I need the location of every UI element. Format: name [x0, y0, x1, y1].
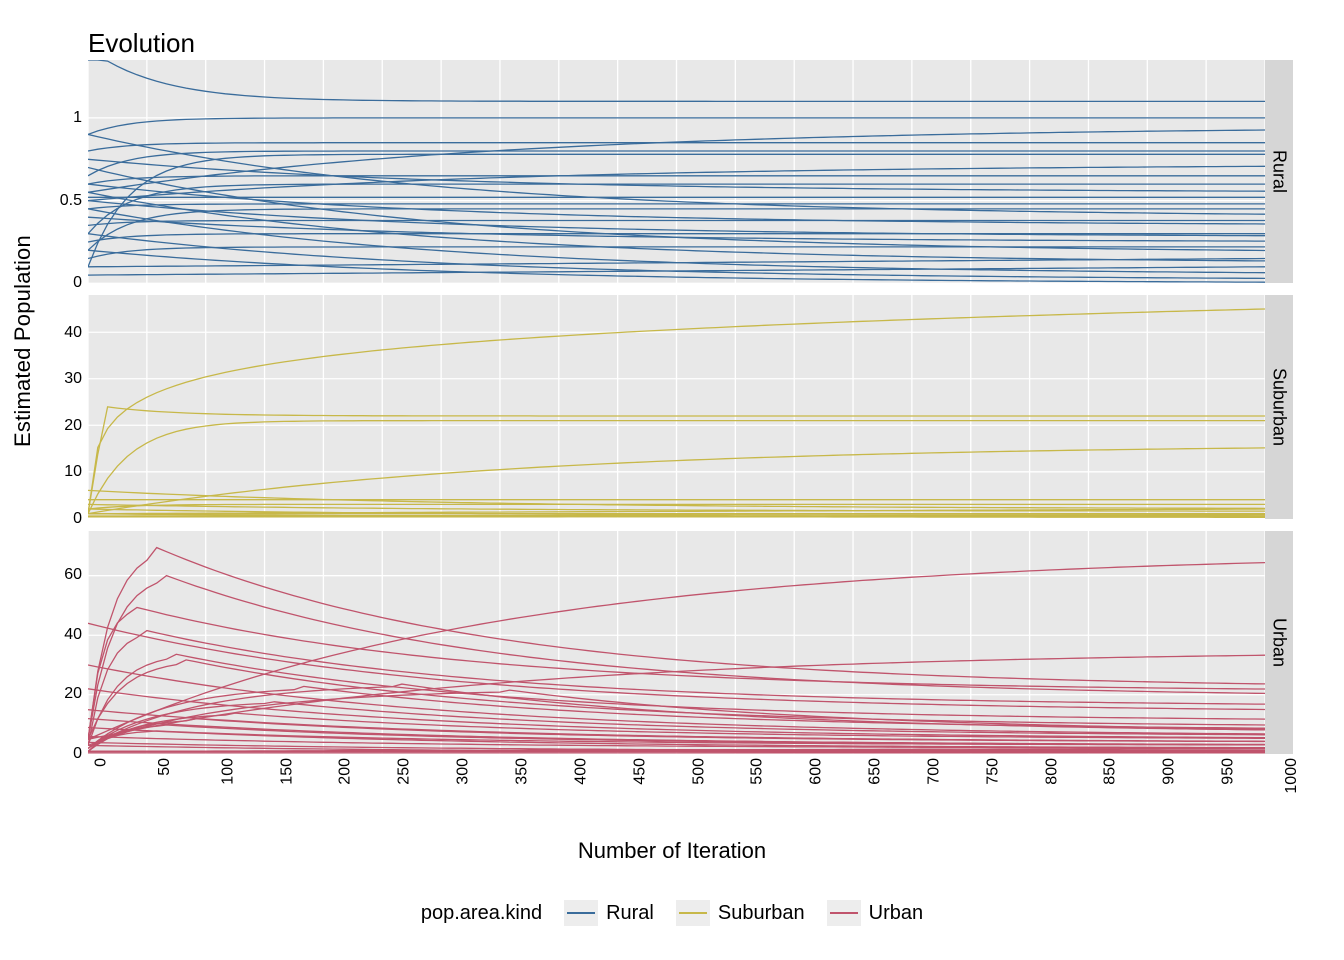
x-tick: 150	[278, 758, 296, 785]
y-tick: 20	[64, 685, 82, 703]
x-tick: 950	[1219, 758, 1237, 785]
x-tick: 800	[1043, 758, 1061, 785]
x-tick: 100	[219, 758, 237, 785]
legend-label: Urban	[869, 902, 923, 925]
y-tick: 30	[64, 370, 82, 388]
facet-strip-urban: Urban	[1265, 531, 1293, 754]
x-tick: 0	[92, 758, 110, 767]
panel-rural: 00.51	[88, 60, 1265, 283]
legend-swatch	[564, 900, 598, 926]
legend-label: Rural	[606, 902, 654, 925]
x-axis-label: Number of Iteration	[0, 838, 1344, 864]
x-tick: 200	[337, 758, 355, 785]
x-tick: 1000	[1283, 758, 1301, 794]
x-tick: 450	[631, 758, 649, 785]
y-tick: 40	[64, 324, 82, 342]
legend-item-urban: Urban	[827, 900, 923, 926]
y-tick: 1	[73, 109, 82, 127]
x-tick: 500	[690, 758, 708, 785]
facet-column: 00.51Rural010203040Suburban0204060Urban	[88, 60, 1293, 754]
x-tick: 650	[866, 758, 884, 785]
y-tick: 20	[64, 417, 82, 435]
legend-label: Suburban	[718, 902, 805, 925]
x-tick: 850	[1102, 758, 1120, 785]
x-axis-ticks: 0 50 100 150 200 250 300 350 400 450 500 550 600 650 7…	[88, 758, 1265, 838]
legend: pop.area.kind Rural Suburban Urban	[0, 900, 1344, 926]
panel-suburban: 010203040	[88, 295, 1265, 518]
y-tick: 0	[73, 510, 82, 528]
legend-item-rural: Rural	[564, 900, 654, 926]
x-tick: 600	[808, 758, 826, 785]
y-tick: 60	[64, 566, 82, 584]
facet-strip-suburban: Suburban	[1265, 295, 1293, 518]
y-tick: 0	[73, 274, 82, 292]
chart-title: Evolution	[88, 28, 195, 59]
legend-swatch	[827, 900, 861, 926]
y-tick: 0	[73, 745, 82, 763]
legend-swatch	[676, 900, 710, 926]
x-tick: 300	[454, 758, 472, 785]
legend-item-suburban: Suburban	[676, 900, 805, 926]
x-tick: 350	[513, 758, 531, 785]
y-tick: 0.5	[60, 192, 82, 210]
y-tick: 40	[64, 626, 82, 644]
facet-strip-rural: Rural	[1265, 60, 1293, 283]
y-axis-label: Estimated Population	[10, 235, 36, 447]
panel-urban: 0204060	[88, 531, 1265, 754]
x-tick: 550	[749, 758, 767, 785]
x-tick: 50	[156, 758, 174, 776]
x-tick: 700	[925, 758, 943, 785]
legend-title: pop.area.kind	[421, 902, 542, 925]
x-tick: 750	[984, 758, 1002, 785]
y-tick: 10	[64, 463, 82, 481]
x-tick: 400	[572, 758, 590, 785]
x-tick: 900	[1161, 758, 1179, 785]
x-tick: 250	[396, 758, 414, 785]
